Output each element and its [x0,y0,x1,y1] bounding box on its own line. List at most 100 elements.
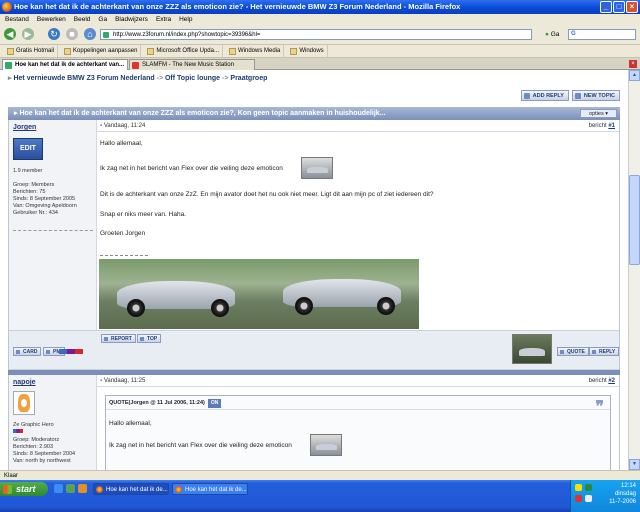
scroll-thumb[interactable] [629,175,640,265]
forward-icon[interactable]: ▶ [22,28,34,40]
post-date: Vandaag, 11:24 [103,123,146,129]
user-group: Groep: Moderatorz [13,437,60,443]
menu-bestand[interactable]: Bestand [5,14,29,25]
window-titlebar[interactable]: Hoe kan het dat ik de achterkant van onz… [0,0,640,14]
search-box[interactable]: G [568,29,636,40]
user-rank: 1.9 member [13,168,43,174]
bookmark-item[interactable]: Koppelingen aanpassen [61,45,142,57]
bookmark-label: Koppelingen aanpassen [73,47,138,54]
close-button[interactable]: × [626,1,638,13]
post-meta: ▪ Vandaag, 11:24 bericht #1 [97,120,619,132]
bookmark-label: Windows Media [237,47,281,54]
mediaplayer-quicklaunch-icon[interactable] [78,484,87,493]
vertical-scrollbar[interactable]: ▲ ▼ [628,70,640,470]
clock-day: dinsdag [614,491,636,497]
user-avatar [13,391,35,415]
bmw-m-stripes-icon [13,429,23,433]
address-text: http://www.z3forum.nl/index.php?showtopi… [113,32,261,38]
menu-bewerken[interactable]: Bewerken [37,14,66,25]
post-1: Jorgen EDIT 1.9 member Groep: Members Be… [8,120,620,370]
reload-icon[interactable]: ↻ [48,28,60,40]
post-author[interactable]: napoje [13,379,36,386]
breadcrumb-praatgroep[interactable]: Praatgroep [230,75,267,82]
topic-buttons: ADD REPLY NEW TOPIC [520,90,620,101]
task-label: Hoe kan het dat ik de... [185,487,247,493]
report-button[interactable]: REPORT [101,334,136,343]
bookmark-label: Gratis Hotmail [16,47,55,54]
back-icon[interactable]: ◀ [4,28,16,40]
address-bar[interactable]: http://www.z3forum.nl/index.php?showtopi… [100,29,532,40]
topic-arrow-icon: ▸ [14,110,18,117]
tray-icon[interactable] [575,484,582,491]
menu-beeld[interactable]: Beeld [74,14,91,25]
top-button[interactable]: TOP [137,334,162,343]
clock[interactable]: 12:14 dinsdag 11-7-2006 [609,482,636,506]
menu-ga[interactable]: Ga [98,14,107,25]
card-button[interactable]: CARD [13,347,42,356]
bookmark-item[interactable]: Microsoft Office Upda... [144,45,223,57]
window-title: Hoe kan het dat ik de achterkant van onz… [14,2,461,11]
navigation-toolbar: ◀ ▶ ↻ ■ ⌂ http://www.z3forum.nl/index.ph… [0,25,640,45]
post-date: Vandaag, 11:25 [103,378,146,384]
volume-icon[interactable] [585,495,592,502]
quote-marks-icon: ❞ [595,399,604,416]
menu-bladwijzers[interactable]: Bladwijzers [115,14,148,25]
opties-dropdown[interactable]: opties ▾ [580,109,617,118]
bookmark-icon [290,47,298,55]
start-button[interactable]: start [0,482,48,496]
tab-bar: Hoe kan het dat ik de achterkant van... … [0,58,640,70]
firefox-icon [175,486,182,493]
quote-on-button[interactable]: ON [207,399,222,408]
bookmark-item[interactable]: Gratis Hotmail [4,45,59,57]
ie-quicklaunch-icon[interactable] [54,484,63,493]
taskbar-firefox-window[interactable]: Hoe kan het dat ik de... [93,483,169,495]
post-body: ▪ Vandaag, 11:24 bericht #1 Hallo allema… [97,120,619,330]
scroll-up-icon[interactable]: ▲ [629,70,640,81]
breadcrumb: ▸ Het vernieuwde BMW Z3 Forum Nederland … [8,74,267,82]
breadcrumb-forum[interactable]: Het vernieuwde BMW Z3 Forum Nederland [13,75,154,82]
maximize-button[interactable]: □ [613,1,625,13]
site-favicon [103,32,109,38]
close-tab-icon[interactable]: × [629,60,637,68]
quote-button[interactable]: QUOTE [557,347,589,356]
security-icon[interactable] [575,495,582,502]
reply-button[interactable]: REPLY [589,347,620,356]
tab-forum[interactable]: Hoe kan het dat ik de achterkant van... [2,59,128,70]
tab-label: Hoe kan het dat ik de achterkant van... [15,62,125,68]
bookmark-icon [228,47,236,55]
user-number: Gebruiker Nr.: 434 [13,210,58,216]
post-footer: CARD PM REPORT TOP QUOTE REPLY [9,330,620,370]
post-body: ▪ Vandaag, 11:25 bericht #2 QUOTE(Jorgen… [97,375,619,470]
taskbar-firefox-window-2[interactable]: Hoe kan het dat ik de... [172,483,248,495]
tab-slamfm[interactable]: SLAMFM - The New Music Station [129,59,255,70]
menu-extra[interactable]: Extra [156,14,171,25]
network-icon[interactable] [585,484,592,491]
post-author[interactable]: Jorgen [13,124,36,131]
bookmark-label: Windows [299,47,324,54]
new-topic-button[interactable]: NEW TOPIC [571,90,620,101]
desktop-quicklaunch-icon[interactable] [66,484,75,493]
breadcrumb-offtopic[interactable]: Off Topic lounge [165,75,220,82]
post-line: Snap er niks meer van. Haha. [100,211,186,218]
stop-icon[interactable]: ■ [66,28,78,40]
go-button[interactable]: ● Ga [545,29,559,40]
system-tray: 12:14 dinsdag 11-7-2006 [570,480,640,512]
user-group: Groep: Members [13,182,55,188]
edit-label: EDIT [20,145,36,152]
post-icon: ▪ [100,378,103,384]
post-number-link[interactable]: #2 [608,378,615,384]
tab-favicon [5,62,12,69]
bookmark-item[interactable]: Windows Media [226,45,285,57]
add-reply-button[interactable]: ADD REPLY [520,90,569,101]
minimize-button[interactable]: _ [600,1,612,13]
home-icon[interactable]: ⌂ [84,28,96,40]
menu-bar: Bestand Bewerken Beeld Ga Bladwijzers Ex… [0,14,640,25]
breadcrumb-separator: -> [156,75,164,82]
signature-car-photo [99,259,419,329]
emoticon-image [301,157,333,179]
post-number-link[interactable]: #1 [608,123,615,129]
scroll-down-icon[interactable]: ▼ [629,459,640,470]
bmw-m-stripes-icon [59,349,83,354]
menu-help[interactable]: Help [179,14,192,25]
bookmark-item[interactable]: Windows [287,45,328,57]
